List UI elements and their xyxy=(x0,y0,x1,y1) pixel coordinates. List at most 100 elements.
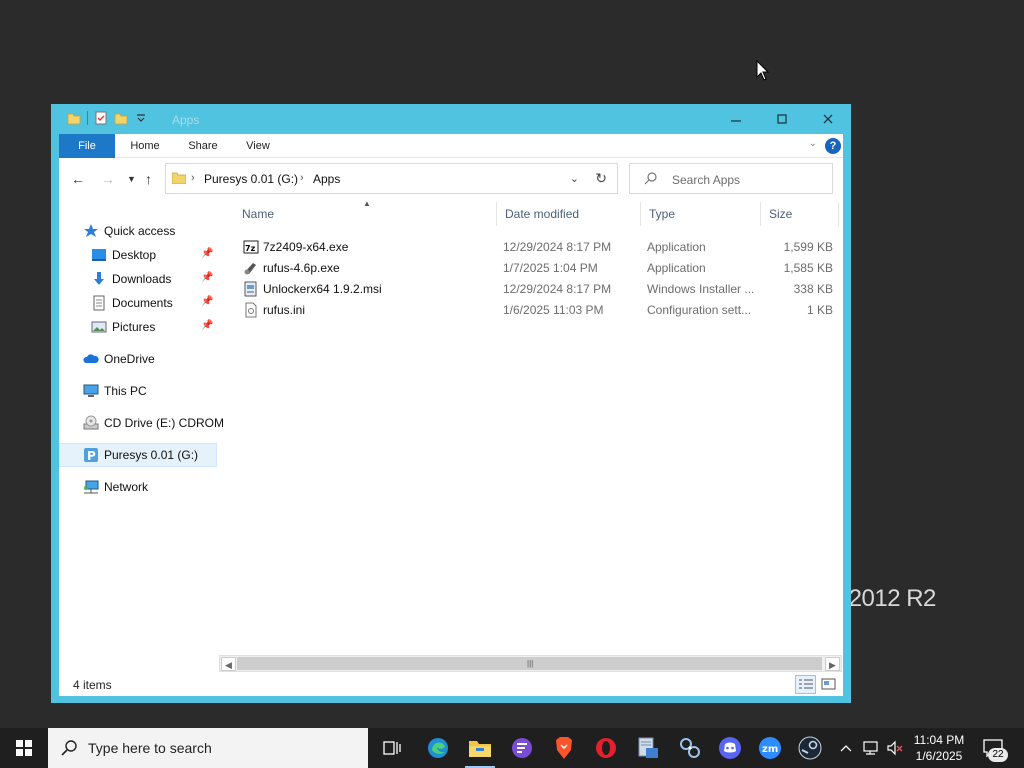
horizontal-scrollbar[interactable]: ◀ ||| ▶ xyxy=(219,655,842,672)
nav-item-onedrive[interactable]: OneDrive xyxy=(59,347,217,371)
nav-label: This PC xyxy=(104,384,147,398)
file-row[interactable]: Unlockerx64 1.9.2.msi 12/29/2024 8:17 PM… xyxy=(225,278,843,299)
nav-item-cd-drive[interactable]: CD Drive (E:) CDROM xyxy=(59,411,224,435)
search-placeholder: Search Apps xyxy=(672,173,741,187)
details-view-icon xyxy=(799,679,813,689)
scrollbar-thumb[interactable]: ||| xyxy=(237,657,822,670)
folder-icon xyxy=(469,741,491,757)
scroll-right-arrow-icon[interactable]: ▶ xyxy=(825,657,840,671)
pin-icon[interactable]: 📌 xyxy=(201,248,213,259)
volume-button[interactable] xyxy=(884,728,906,768)
file-row[interactable]: 7z 7z2409-x64.exe 12/29/2024 8:17 PM App… xyxy=(225,236,843,257)
brave-app-button[interactable] xyxy=(543,728,585,768)
7zip-icon: 7z xyxy=(243,240,259,254)
nav-label: Pictures xyxy=(112,320,156,334)
show-hidden-icons-button[interactable] xyxy=(836,728,856,768)
edge-app-button[interactable] xyxy=(417,728,459,768)
pin-icon[interactable]: 📌 xyxy=(201,296,213,307)
back-arrow-icon[interactable]: ← xyxy=(71,171,85,187)
network-tool-app-button[interactable] xyxy=(669,728,711,768)
minimize-button[interactable] xyxy=(713,104,759,134)
nav-item-documents[interactable]: Documents 📌 xyxy=(59,291,217,315)
nav-item-pictures[interactable]: Pictures 📌 xyxy=(59,315,217,339)
nav-item-downloads[interactable]: Downloads 📌 xyxy=(59,267,217,291)
nav-item-quick-access[interactable]: Quick access xyxy=(59,219,217,243)
large-icons-view-icon xyxy=(821,678,836,690)
nav-label: Desktop xyxy=(112,248,157,262)
edge-icon xyxy=(428,738,448,758)
star-icon xyxy=(84,224,98,237)
nav-item-puresys-drive[interactable]: P Puresys 0.01 (G:) xyxy=(59,443,217,467)
ferdium-icon xyxy=(512,738,532,758)
file-row[interactable]: rufus.ini 1/6/2025 11:03 PM Configuratio… xyxy=(225,299,843,320)
file-explorer-app-button[interactable] xyxy=(459,728,501,768)
nav-label: Puresys 0.01 (G:) xyxy=(104,448,199,462)
large-icons-view-button[interactable] xyxy=(818,675,839,694)
properties-icon[interactable] xyxy=(94,111,108,125)
start-button[interactable] xyxy=(0,728,48,768)
column-header-size[interactable]: Size xyxy=(761,202,839,226)
address-bar[interactable]: › Puresys 0.01 (G:) › Apps ⌄ ↻ xyxy=(165,163,618,194)
zoom-app-button[interactable]: zm xyxy=(749,728,791,768)
system-clock[interactable]: 11:04 PM 1/6/2025 xyxy=(906,732,972,764)
nav-label: Downloads xyxy=(112,272,172,286)
tab-share[interactable]: Share xyxy=(179,134,227,158)
window-title: Apps xyxy=(172,113,200,127)
network-status-button[interactable] xyxy=(860,728,882,768)
column-header-type[interactable]: Type xyxy=(641,202,761,226)
file-row[interactable]: rufus-4.6p.exe 1/7/2025 1:04 PM Applicat… xyxy=(225,257,843,278)
scroll-left-arrow-icon[interactable]: ◀ xyxy=(221,657,236,671)
file-name: 7z2409-x64.exe xyxy=(263,240,349,254)
breadcrumb-apps[interactable]: Apps xyxy=(313,172,340,186)
close-button[interactable] xyxy=(805,104,851,134)
close-icon xyxy=(823,114,833,124)
title-bar[interactable]: Apps xyxy=(51,104,851,134)
expand-ribbon-chevron-icon[interactable]: ⌄ xyxy=(809,138,817,149)
opera-app-button[interactable] xyxy=(585,728,627,768)
scroll-grip-icon: ||| xyxy=(527,659,534,668)
pin-icon[interactable]: 📌 xyxy=(201,272,213,283)
taskbar-search-box[interactable]: Type here to search xyxy=(48,728,368,768)
search-icon xyxy=(644,172,657,185)
nav-item-desktop[interactable]: Desktop 📌 xyxy=(59,243,217,267)
details-view-button[interactable] xyxy=(795,675,816,694)
breadcrumb-chevron-icon: › xyxy=(300,172,304,184)
file-type: Application xyxy=(647,261,706,275)
help-button[interactable]: ? xyxy=(825,138,841,154)
notification-count-badge: 22 xyxy=(988,748,1008,762)
chevron-up-icon xyxy=(840,745,852,752)
column-header-date[interactable]: Date modified xyxy=(497,202,641,226)
refresh-icon[interactable]: ↻ xyxy=(595,170,607,187)
nav-label: Network xyxy=(104,480,149,494)
tab-view[interactable]: View xyxy=(237,134,279,158)
customize-toolbar-icon[interactable] xyxy=(134,111,148,125)
search-box[interactable]: Search Apps xyxy=(629,163,833,194)
tab-file[interactable]: File xyxy=(59,134,115,158)
ferdium-app-button[interactable] xyxy=(501,728,543,768)
nav-item-this-pc[interactable]: This PC xyxy=(59,379,217,403)
column-header-name[interactable]: Name xyxy=(234,202,497,226)
recent-locations-chevron-icon[interactable]: ▼ xyxy=(127,174,136,184)
server-manager-app-button[interactable] xyxy=(627,728,669,768)
windows-logo-icon xyxy=(16,740,32,756)
file-type: Windows Installer ... xyxy=(647,282,755,296)
up-arrow-icon[interactable]: ↑ xyxy=(145,171,152,187)
address-dropdown-chevron-icon[interactable]: ⌄ xyxy=(570,172,579,185)
file-name: Unlockerx64 1.9.2.msi xyxy=(263,282,382,296)
forward-arrow-icon[interactable]: → xyxy=(101,171,115,187)
tab-home[interactable]: Home xyxy=(121,134,169,158)
taskbar: Type here to search zm 11:04 PM 1/6/2025… xyxy=(0,728,1024,768)
file-type: Configuration sett... xyxy=(647,303,752,317)
new-folder-icon[interactable] xyxy=(114,111,128,125)
task-view-button[interactable] xyxy=(371,728,413,768)
nav-label: Quick access xyxy=(104,224,176,238)
steam-app-button[interactable] xyxy=(789,728,831,768)
breadcrumb-drive[interactable]: Puresys 0.01 (G:) xyxy=(204,172,298,186)
nav-item-network[interactable]: Network xyxy=(59,475,217,499)
maximize-icon xyxy=(777,114,787,124)
discord-app-button[interactable] xyxy=(709,728,751,768)
maximize-button[interactable] xyxy=(759,104,805,134)
file-size: 338 KB xyxy=(793,282,833,296)
nav-label: CD Drive (E:) CDROM xyxy=(104,416,224,430)
pin-icon[interactable]: 📌 xyxy=(201,320,213,331)
